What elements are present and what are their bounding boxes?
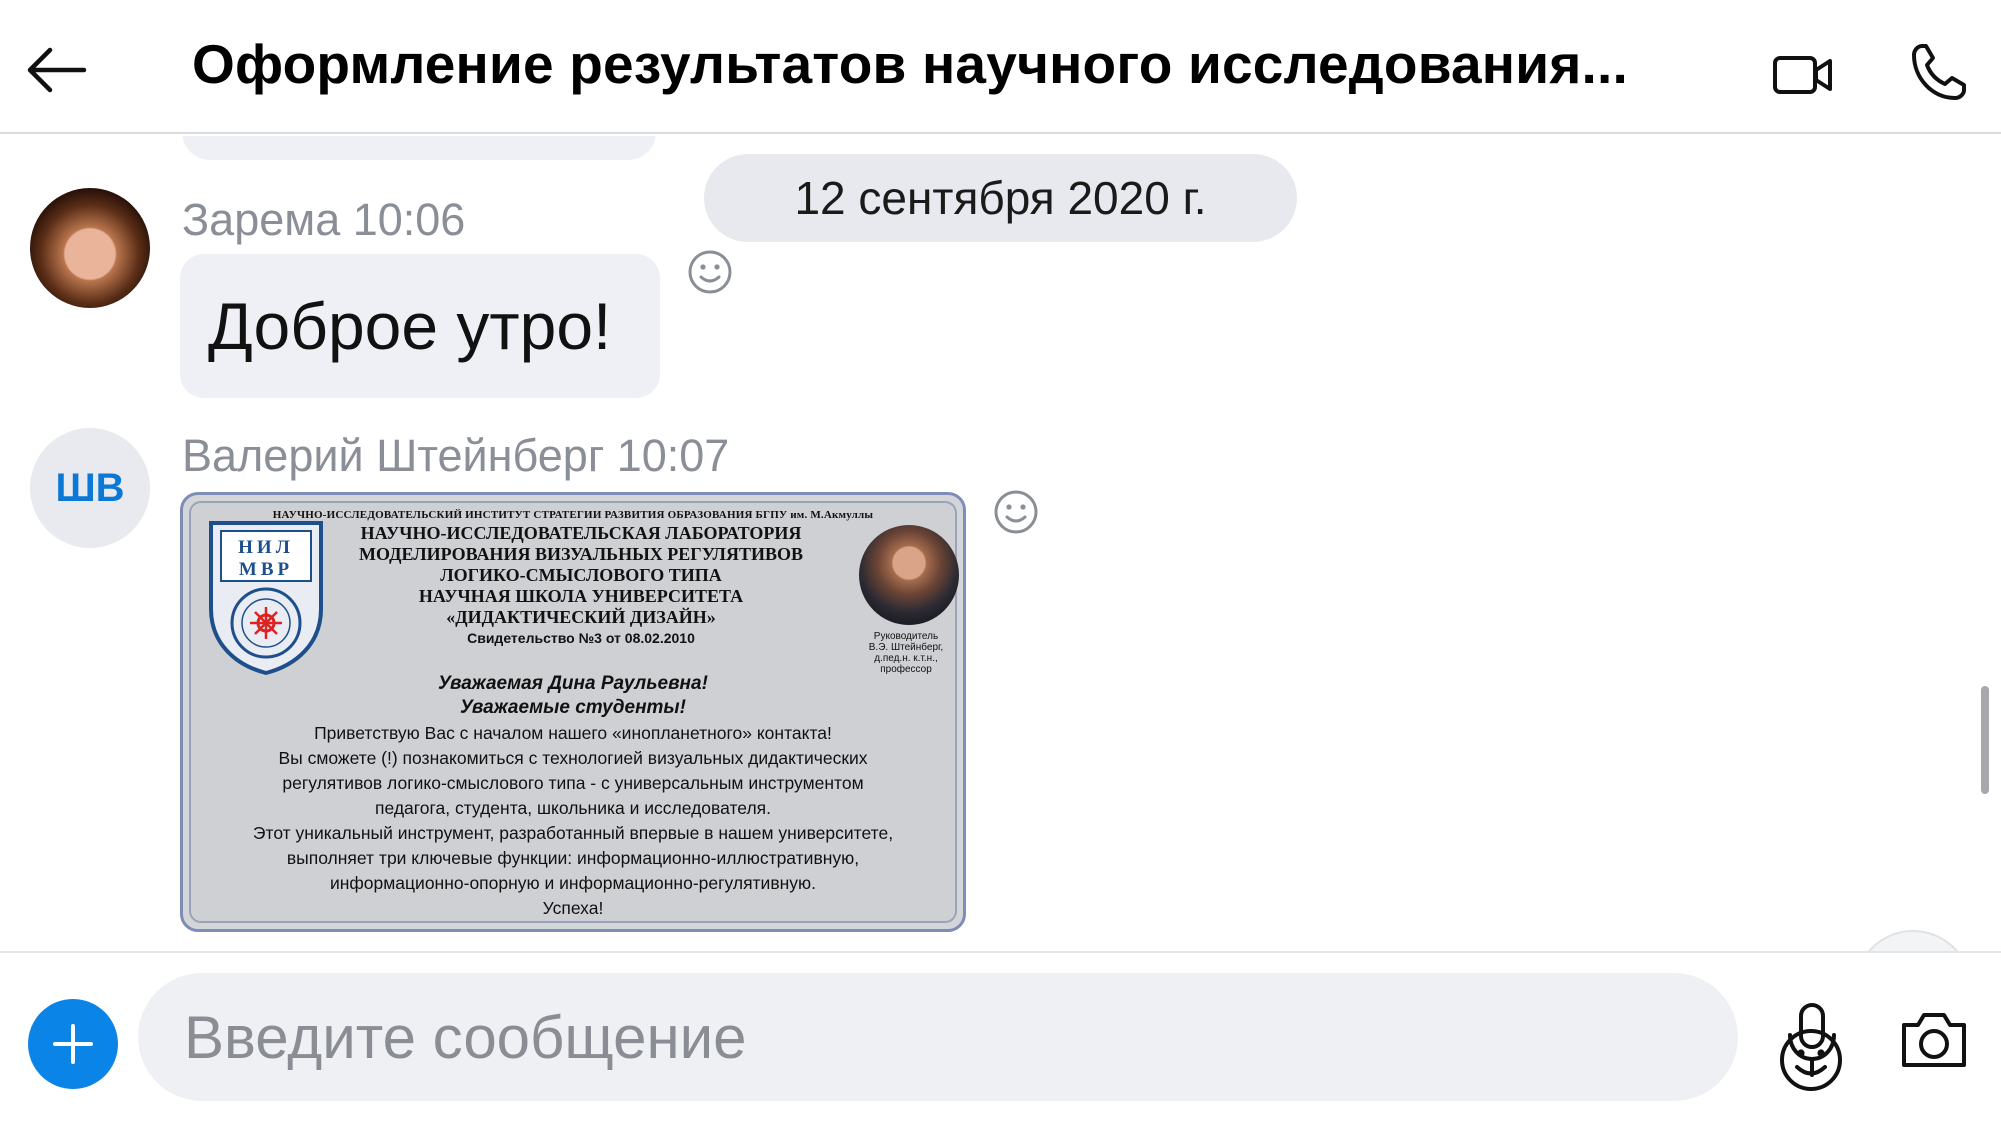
plus-icon (53, 1024, 93, 1064)
sender-name-time: Зарема 10:06 (182, 194, 466, 245)
previous-message-bubble[interactable] (182, 136, 656, 160)
image-certificate: Свидетельство №3 от 08.02.2010 (467, 630, 695, 646)
audio-call-button[interactable] (1908, 40, 1968, 104)
emoji-icon (994, 490, 1038, 534)
conversation-title[interactable]: Оформление результатов научного исследов… (192, 32, 1732, 96)
image-greeting-line: Уважаемая Дина Раульевна! (438, 673, 708, 694)
add-attachment-button[interactable] (28, 999, 118, 1089)
avatar[interactable]: ШВ (30, 428, 150, 548)
add-reaction-button[interactable] (686, 248, 734, 296)
portrait-caption-line: д.пед.н. к.т.н., (874, 653, 938, 664)
video-camera-icon (1773, 56, 1832, 94)
image-body-line: Приветствую Вас с началом нашего «инопла… (314, 723, 832, 743)
video-call-button[interactable] (1772, 44, 1834, 104)
portrait-caption: Руководитель В.Э. Штейнберг, д.пед.н. к.… (841, 631, 963, 675)
message-list[interactable]: 12 сентября 2020 г. Зарема 10:06 Доброе … (0, 136, 2001, 951)
image-heading-line: НАУЧНАЯ ШКОЛА УНИВЕРСИТЕТА (418, 586, 744, 606)
message-text: Доброе утро! (208, 289, 612, 363)
svg-text:МВР: МВР (239, 559, 293, 580)
sender-name-time: Валерий Штейнберг 10:07 (182, 430, 730, 481)
svg-text:НИЛ: НИЛ (238, 537, 294, 558)
arrow-left-icon (27, 47, 87, 93)
image-body-line: Этот уникальный инструмент, разработанны… (252, 823, 894, 843)
avatar-initials: ШВ (55, 465, 125, 510)
lab-logo-icon: НИЛ МВР (209, 521, 323, 676)
image-heading-line: МОДЕЛИРОВАНИЯ ВИЗУАЛЬНЫХ РЕГУЛЯТИВОВ (359, 544, 803, 564)
image-frame: НАУЧНО-ИССЛЕДОВАТЕЛЬСКИЙ ИНСТИТУТ СТРАТЕ… (189, 501, 959, 923)
message-composer (0, 951, 2001, 1125)
phone-icon (1912, 44, 1966, 100)
portrait-caption-line: В.Э. Штейнберг, (868, 642, 944, 653)
image-heading-line: «ДИДАКТИЧЕСКИЙ ДИЗАЙН» (446, 607, 716, 627)
voice-message-button[interactable] (1782, 1001, 1842, 1079)
scroll-to-bottom-button[interactable] (1854, 930, 1972, 951)
chat-header: Оформление результатов научного исследов… (0, 0, 2001, 134)
image-heading-line: НАУЧНО-ИССЛЕДОВАТЕЛЬСКАЯ ЛАБОРАТОРИЯ (360, 523, 802, 543)
microphone-icon (1788, 1003, 1836, 1077)
camera-button[interactable] (1898, 1007, 1970, 1071)
emoji-icon (688, 250, 732, 294)
image-body-line: информационно-опорную и информационно-ре… (329, 873, 817, 893)
back-button[interactable] (20, 40, 90, 100)
image-body-line: выполняет три ключевые функции: информац… (286, 848, 860, 868)
image-attachment[interactable]: НАУЧНО-ИССЛЕДОВАТЕЛЬСКИЙ ИНСТИТУТ СТРАТЕ… (180, 492, 966, 932)
message-bubble[interactable]: Доброе утро! (180, 254, 660, 398)
image-body-line: Успеха! (542, 898, 604, 918)
avatar[interactable] (30, 188, 150, 308)
image-body-line: регулятивов логико-смыслового типа - с у… (282, 773, 864, 793)
image-greeting-line: Уважаемые студенты! (460, 697, 686, 718)
camera-icon (1902, 1013, 1966, 1067)
message-input-container (138, 973, 1842, 1101)
message-input[interactable] (184, 973, 1584, 1101)
scrollbar-thumb[interactable] (1981, 686, 1989, 794)
image-heading-line: ЛОГИКО-СМЫСЛОВОГО ТИПА (440, 565, 722, 585)
portrait-photo (859, 525, 959, 625)
add-reaction-button[interactable] (992, 488, 1040, 536)
date-separator: 12 сентября 2020 г. (704, 154, 1297, 242)
image-body-line: педагога, студента, школьника и исследов… (375, 798, 771, 818)
image-body-line: Вы сможете (!) познакомиться с технологи… (278, 748, 868, 768)
portrait-caption-line: Руководитель (873, 631, 939, 642)
